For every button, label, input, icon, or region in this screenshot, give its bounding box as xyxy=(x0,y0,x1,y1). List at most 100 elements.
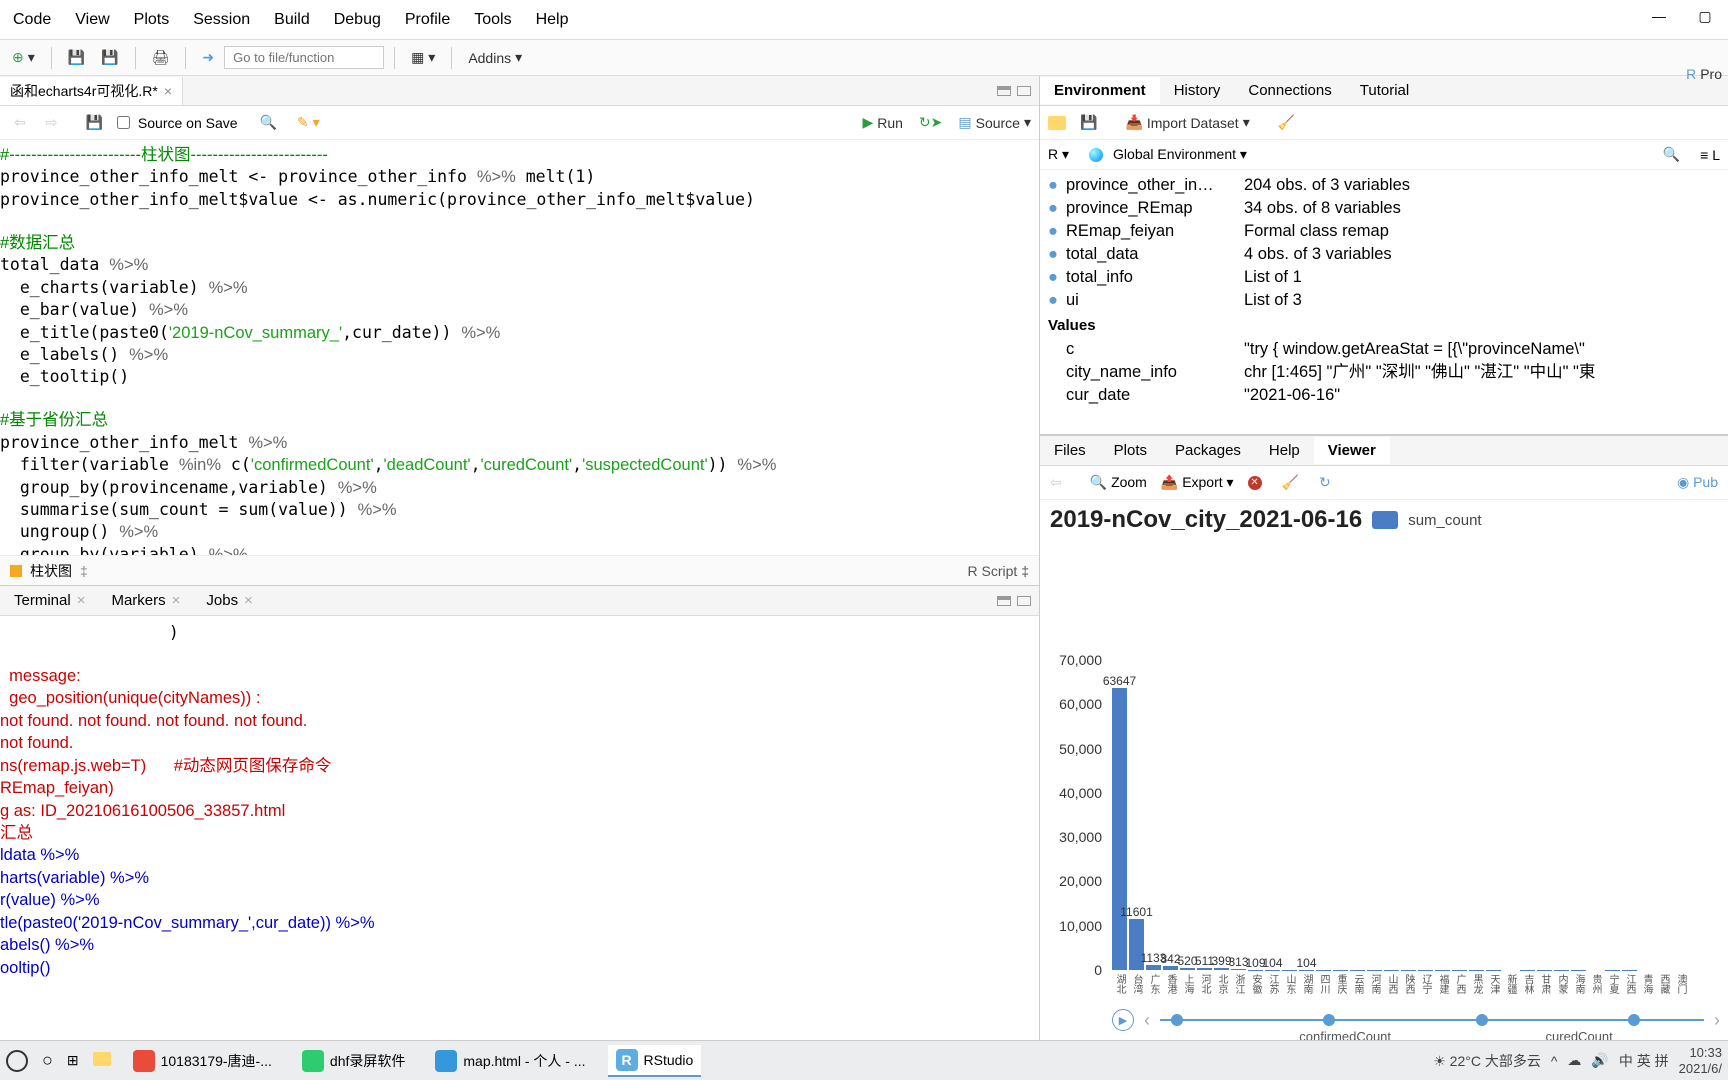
env-item[interactable]: cur_date"2021-06-16" xyxy=(1040,384,1728,407)
close-tab-icon[interactable]: × xyxy=(164,83,172,99)
source-file-tab[interactable]: 函和echarts4r可视化.R* × xyxy=(0,77,183,105)
taskbar-item[interactable]: map.html - 个人 - ... xyxy=(427,1046,593,1076)
global-env-dropdown[interactable]: Global Environment ▾ xyxy=(1113,146,1247,163)
chart-bar[interactable]: 842 xyxy=(1163,966,1178,970)
save-button[interactable]: 💾 xyxy=(62,45,91,70)
zoom-button[interactable]: 🔍 Zoom xyxy=(1090,474,1147,491)
menu-profile[interactable]: Profile xyxy=(393,3,462,37)
onedrive-icon[interactable]: ☁ xyxy=(1567,1052,1581,1069)
rerun-button[interactable]: ↻➤ xyxy=(913,110,948,135)
run-button[interactable]: ▶ Run xyxy=(862,114,902,131)
chart-bar[interactable]: 511 xyxy=(1197,968,1212,970)
tab-terminal[interactable]: Terminal× xyxy=(2,587,97,614)
window-maximize[interactable]: ▢ xyxy=(1682,0,1728,32)
section-label[interactable]: 柱状图 xyxy=(30,561,72,581)
timeline-next-icon[interactable]: › xyxy=(1714,1010,1720,1031)
grid-button[interactable]: ▦ ▾ xyxy=(405,45,441,70)
timeline-play-button[interactable]: ▶ xyxy=(1112,1009,1134,1031)
clear-plots-button[interactable]: 🧹 xyxy=(1276,470,1305,495)
import-dataset-button[interactable]: 📥 Import Dataset ▾ xyxy=(1119,110,1255,135)
env-item[interactable]: ●total_data4 obs. of 3 variables xyxy=(1040,243,1728,266)
env-item[interactable]: ●total_infoList of 1 xyxy=(1040,266,1728,289)
load-workspace-icon[interactable] xyxy=(1048,116,1066,130)
taskbar-item[interactable]: dhf录屏软件 xyxy=(294,1046,413,1076)
chart-bar[interactable]: 63647 xyxy=(1112,688,1127,970)
cortana-icon[interactable]: ○ xyxy=(42,1050,53,1071)
tab-packages[interactable]: Packages xyxy=(1161,437,1255,464)
r-dropdown[interactable]: R ▾ xyxy=(1048,146,1069,163)
weather-widget[interactable]: ☀ 22°C 大部多云 xyxy=(1433,1051,1541,1071)
console-output[interactable]: ) message: geo_position(unique(cityNames… xyxy=(0,616,1039,1040)
source-on-save-checkbox[interactable] xyxy=(117,116,130,129)
list-view-button[interactable]: ≡ L xyxy=(1700,147,1720,163)
env-item[interactable]: ●REmap_feiyanFormal class remap xyxy=(1040,220,1728,243)
taskbar-item[interactable]: 10183179-唐迪-... xyxy=(125,1046,280,1076)
env-item[interactable]: ●province_REmap34 obs. of 8 variables xyxy=(1040,197,1728,220)
timeline-track[interactable] xyxy=(1160,1019,1704,1021)
menu-help[interactable]: Help xyxy=(524,3,581,37)
save-source-button[interactable]: 💾 xyxy=(79,110,108,135)
taskbar-item-rstudio[interactable]: RRStudio xyxy=(608,1045,702,1077)
menu-build[interactable]: Build xyxy=(262,3,322,37)
menu-code[interactable]: Code xyxy=(1,3,63,37)
tab-markers[interactable]: Markers× xyxy=(99,587,192,614)
pane-minimize-icon[interactable] xyxy=(997,596,1011,606)
taskbar-clock[interactable]: 10:33 2021/6/ xyxy=(1679,1045,1722,1076)
save-all-button[interactable]: 💾 xyxy=(95,45,124,70)
tab-connections[interactable]: Connections xyxy=(1234,77,1345,104)
project-label[interactable]: Pro xyxy=(1700,66,1722,82)
menu-plots[interactable]: Plots xyxy=(122,3,182,37)
menu-session[interactable]: Session xyxy=(181,3,262,37)
env-item[interactable]: ●uiList of 3 xyxy=(1040,289,1728,312)
env-item[interactable]: c"try { window.getAreaStat = [{\"provinc… xyxy=(1040,338,1728,361)
task-view-icon[interactable]: ⊞ xyxy=(67,1052,79,1069)
tab-jobs[interactable]: Jobs× xyxy=(194,587,264,614)
source-code-editor[interactable]: #------------------------柱状图------------… xyxy=(0,140,1039,555)
print-button[interactable]: 🖨 xyxy=(146,45,176,70)
forward-arrow-icon[interactable]: ⇨ xyxy=(40,110,64,135)
pane-maximize-icon[interactable] xyxy=(1017,596,1031,606)
menu-debug[interactable]: Debug xyxy=(322,3,393,37)
wand-button[interactable]: ✎ ▾ xyxy=(291,110,326,135)
language-label[interactable]: R Script ‡ xyxy=(968,563,1029,579)
tab-plots[interactable]: Plots xyxy=(1100,437,1161,464)
tab-environment[interactable]: Environment xyxy=(1040,77,1160,104)
env-item[interactable]: city_name_infochr [1:465] "广州" "深圳" "佛山"… xyxy=(1040,361,1728,384)
chart-bar[interactable]: 1133 xyxy=(1146,965,1161,970)
pane-minimize-icon[interactable] xyxy=(997,86,1011,96)
publish-button[interactable]: ◉ Pub xyxy=(1677,474,1718,491)
plot-back-icon[interactable]: ⇦ xyxy=(1050,474,1062,491)
window-minimize[interactable]: — xyxy=(1636,0,1682,32)
tray-chevron-icon[interactable]: ^ xyxy=(1551,1053,1558,1069)
reload-viewer-button[interactable]: ↻ xyxy=(1319,474,1331,491)
source-button[interactable]: ▤ Source ▾ xyxy=(958,114,1031,131)
file-explorer-icon[interactable] xyxy=(93,1052,111,1069)
find-button[interactable]: 🔍 xyxy=(254,110,283,135)
clear-objects-button[interactable]: 🧹 xyxy=(1272,110,1301,135)
start-button[interactable] xyxy=(6,1050,28,1072)
tab-help[interactable]: Help xyxy=(1255,437,1314,464)
env-search-icon[interactable]: 🔍 xyxy=(1663,146,1680,163)
env-item[interactable]: ●province_other_in…204 obs. of 3 variabl… xyxy=(1040,174,1728,197)
chart-bar[interactable]: 520 xyxy=(1180,968,1195,970)
back-arrow-icon[interactable]: ⇦ xyxy=(8,110,32,135)
chart-bar[interactable]: 399 xyxy=(1214,968,1229,970)
chart-timeline[interactable]: ▶ ‹ › confirmedCount curedCount xyxy=(1112,1000,1720,1040)
menu-tools[interactable]: Tools xyxy=(462,3,523,37)
ime-indicator[interactable]: 中 英 拼 xyxy=(1619,1051,1669,1071)
tab-tutorial[interactable]: Tutorial xyxy=(1346,77,1423,104)
save-workspace-button[interactable]: 💾 xyxy=(1074,110,1103,135)
timeline-prev-icon[interactable]: ‹ xyxy=(1144,1010,1150,1031)
tab-history[interactable]: History xyxy=(1160,77,1235,104)
tab-viewer[interactable]: Viewer xyxy=(1314,437,1390,464)
pane-maximize-icon[interactable] xyxy=(1017,86,1031,96)
volume-icon[interactable]: 🔊 xyxy=(1591,1052,1608,1069)
new-file-button[interactable]: ⊕ ▾ xyxy=(6,45,41,70)
tab-files[interactable]: Files xyxy=(1040,437,1100,464)
export-button[interactable]: 📤 Export ▾ xyxy=(1161,474,1234,491)
menu-view[interactable]: View xyxy=(63,3,121,37)
goto-file-input[interactable] xyxy=(224,46,384,69)
addins-button[interactable]: Addins ▾ xyxy=(462,45,528,70)
remove-plot-button[interactable]: ✕ xyxy=(1248,476,1262,490)
chart-bar[interactable]: 313 xyxy=(1231,969,1246,970)
